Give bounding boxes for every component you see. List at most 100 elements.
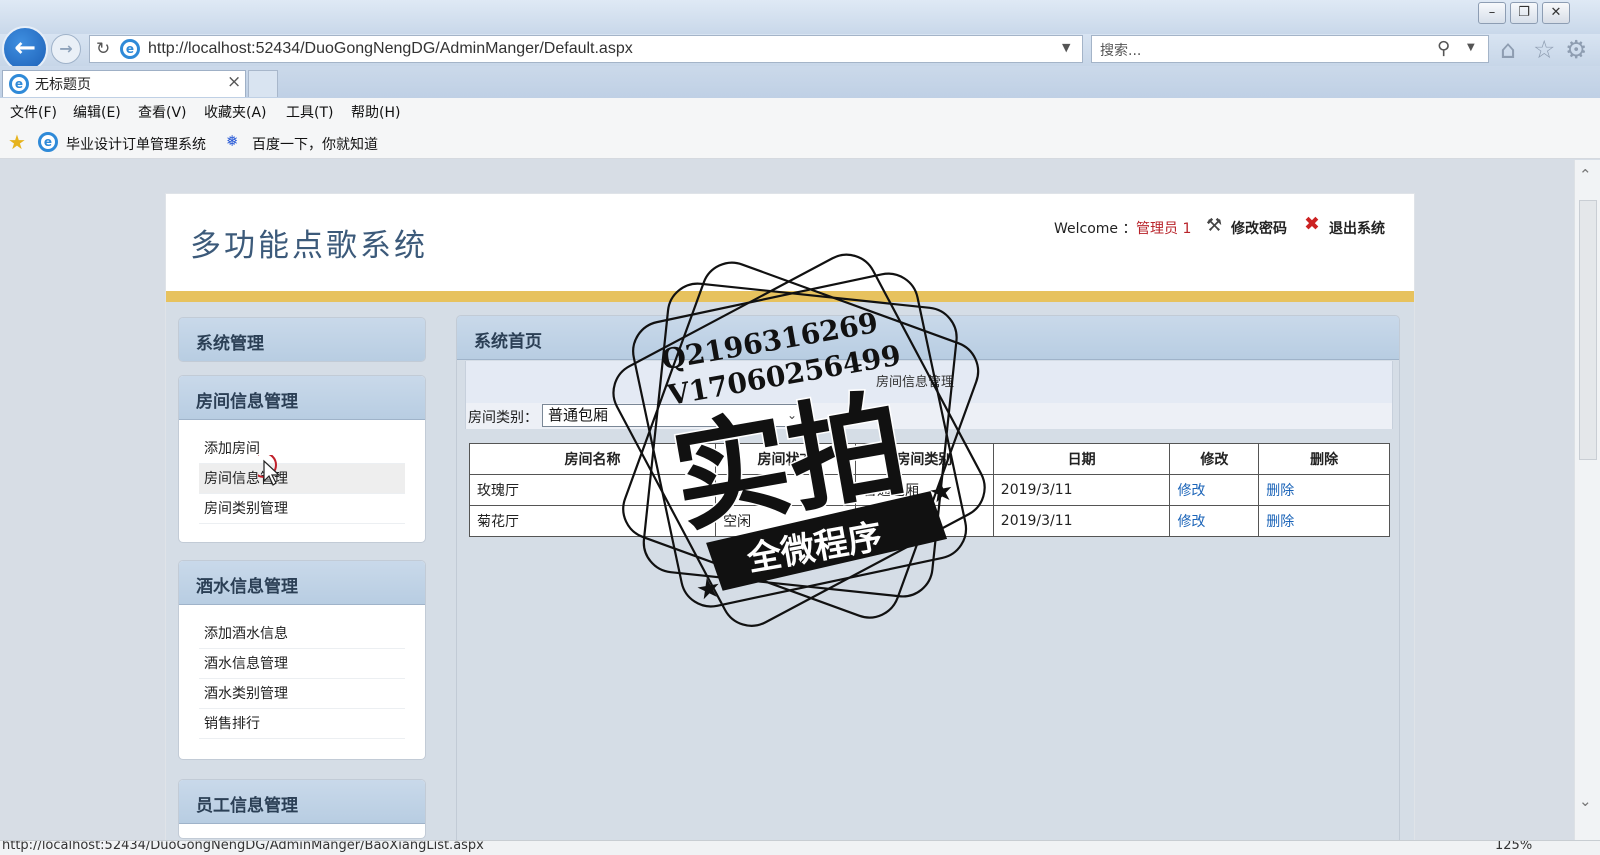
sidebar-item-room-category[interactable]: 房间类别管理 xyxy=(199,494,405,524)
edit-link[interactable]: 修改 xyxy=(1177,514,1205,530)
status-bar: http://localhost:52434/DuoGongNengDG/Adm… xyxy=(0,840,1600,855)
table-row: 菊花厅 空闲 普通包厢 2019/3/11 修改 删除 xyxy=(468,505,1390,537)
cell-date: 2019/3/11 xyxy=(992,474,1171,506)
room-table: 房间名称 房间状态 房间类别 日期 修改 删除 玫瑰厅 空闲 普通包厢 2019… xyxy=(468,443,1390,537)
scroll-thumb[interactable] xyxy=(1579,200,1597,460)
cell-edit: 修改 xyxy=(1169,474,1260,506)
search-placeholder: 搜索... xyxy=(1100,43,1142,59)
minimize-button[interactable]: – xyxy=(1478,2,1506,24)
sidebar-item-room-info[interactable]: 房间信息管理 xyxy=(199,464,405,494)
column-header-room-status: 房间状态 xyxy=(715,443,856,475)
refresh-icon[interactable]: ↻ xyxy=(96,39,110,59)
edit-link[interactable]: 修改 xyxy=(1177,483,1205,499)
tab-title: 无标题页 xyxy=(35,77,91,93)
app-container: 多功能点歌系统 Welcome ： 管理员 1 ⚒ 修改密码 ✖ 退出系统 系统… xyxy=(165,193,1415,840)
home-icon[interactable]: ⌂ xyxy=(1500,35,1516,64)
tab-active[interactable]: e 无标题页 × xyxy=(2,70,246,97)
tools-icon: ⚒ xyxy=(1206,215,1223,236)
cell-room-type: 普通包厢 xyxy=(854,474,994,506)
delete-link[interactable]: 删除 xyxy=(1266,514,1294,530)
app-header: 多功能点歌系统 Welcome ： 管理员 1 ⚒ 修改密码 ✖ 退出系统 xyxy=(166,194,1414,291)
cell-room-type: 普通包厢 xyxy=(854,505,994,537)
room-type-selected: 普通包厢 xyxy=(548,406,609,424)
search-input[interactable]: 搜索... ⚲ ▼ xyxy=(1091,35,1489,63)
close-icon: ✖ xyxy=(1304,213,1320,235)
sidebar-section-staff: 员工信息管理 xyxy=(178,779,426,839)
favorites-star-icon[interactable]: ★ xyxy=(8,130,26,154)
sidebar-item-add-drink[interactable]: 添加酒水信息 xyxy=(199,619,405,649)
sidebar-list-rooms: 添加房间 房间信息管理 房间类别管理 xyxy=(179,420,425,536)
sidebar-list-drinks: 添加酒水信息 酒水信息管理 酒水类别管理 销售排行 xyxy=(179,605,425,751)
column-header-date: 日期 xyxy=(992,443,1171,475)
menu-tools[interactable]: 工具(T) xyxy=(286,102,333,122)
sidebar-item-sales-ranking[interactable]: 销售排行 xyxy=(199,709,405,739)
vertical-scrollbar[interactable]: ⌃ ⌄ xyxy=(1574,160,1600,840)
menu-help[interactable]: 帮助(H) xyxy=(351,102,400,122)
cell-room-name: 菊花厅 xyxy=(468,505,717,537)
column-header-delete: 删除 xyxy=(1258,443,1390,475)
app-title: 多功能点歌系统 xyxy=(190,228,428,264)
close-window-button[interactable]: ✕ xyxy=(1542,2,1570,24)
sidebar-heading-staff[interactable]: 员工信息管理 xyxy=(179,780,425,824)
chevron-down-icon[interactable]: ▼ xyxy=(1062,41,1070,54)
ie-page-icon: e xyxy=(120,39,140,59)
chevron-down-icon[interactable]: ▼ xyxy=(1467,42,1475,53)
favorite-link-thesis[interactable]: 毕业设计订单管理系统 xyxy=(66,134,206,154)
sidebar-item-drink-info[interactable]: 酒水信息管理 xyxy=(199,649,405,679)
main-panel-title: 系统首页 xyxy=(457,316,1399,360)
sidebar-heading-system[interactable]: 系统管理 xyxy=(179,318,425,361)
sidebar-heading-rooms[interactable]: 房间信息管理 xyxy=(179,376,425,420)
menu-bar: 文件(F) 编辑(E) 查看(V) 收藏夹(A) 工具(T) 帮助(H) xyxy=(0,98,1600,127)
cell-date: 2019/3/11 xyxy=(992,505,1171,537)
gear-icon[interactable]: ⚙ xyxy=(1565,35,1587,64)
cell-room-status: 空闲 xyxy=(715,505,856,537)
sidebar-section-drinks: 酒水信息管理 添加酒水信息 酒水信息管理 酒水类别管理 销售排行 xyxy=(178,560,426,760)
status-url: http://localhost:52434/DuoGongNengDG/Adm… xyxy=(2,840,484,853)
table-row: 玫瑰厅 空闲 普通包厢 2019/3/11 修改 删除 xyxy=(468,474,1390,506)
delete-link[interactable]: 删除 xyxy=(1266,483,1294,499)
cell-edit: 修改 xyxy=(1169,505,1260,537)
chevron-down-icon: ⌄ xyxy=(786,408,797,422)
search-icon[interactable]: ⚲ xyxy=(1437,38,1450,59)
scroll-up-icon[interactable]: ⌃ xyxy=(1579,166,1592,184)
sidebar-heading-drinks[interactable]: 酒水信息管理 xyxy=(179,561,425,605)
sidebar-section-system: 系统管理 xyxy=(178,317,426,362)
column-header-edit: 修改 xyxy=(1169,443,1260,475)
breadcrumb-text: 房间信息管理 xyxy=(876,375,955,390)
favorite-link-baidu[interactable]: 百度一下，你就知道 xyxy=(252,134,378,154)
room-type-label: 房间类别： xyxy=(468,410,538,426)
menu-edit[interactable]: 编辑(E) xyxy=(73,102,121,122)
logout-link[interactable]: 退出系统 xyxy=(1329,218,1385,238)
menu-file[interactable]: 文件(F) xyxy=(10,102,57,122)
menu-view[interactable]: 查看(V) xyxy=(138,102,187,122)
url-text: http://localhost:52434/DuoGongNengDG/Adm… xyxy=(148,40,633,57)
browser-title-bar: – ❐ ✕ xyxy=(0,0,1600,34)
column-header-room-name: 房间名称 xyxy=(468,443,717,475)
cell-room-name: 玫瑰厅 xyxy=(468,474,717,506)
breadcrumb: 房间信息管理 xyxy=(465,361,1393,403)
address-input[interactable]: ↻ e http://localhost:52434/DuoGongNengDG… xyxy=(89,35,1083,63)
restore-button[interactable]: ❐ xyxy=(1510,2,1538,24)
page-viewport: 多功能点歌系统 Welcome ： 管理员 1 ⚒ 修改密码 ✖ 退出系统 系统… xyxy=(0,160,1574,840)
sidebar-item-drink-category[interactable]: 酒水类别管理 xyxy=(199,679,405,709)
filter-bar: 房间类别： 普通包厢 ⌄ xyxy=(465,403,1393,429)
favorites-bar: ★ e 毕业设计订单管理系统 ❅ 百度一下，你就知道 xyxy=(0,127,1600,159)
forward-button[interactable]: → xyxy=(51,34,81,64)
close-icon[interactable]: × xyxy=(227,72,241,92)
menu-favorites[interactable]: 收藏夹(A) xyxy=(204,102,267,122)
scroll-down-icon[interactable]: ⌄ xyxy=(1579,792,1592,810)
room-type-select[interactable]: 普通包厢 ⌄ xyxy=(542,404,804,427)
favorites-star-icon[interactable]: ☆ xyxy=(1533,35,1555,64)
welcome-text: Welcome ： xyxy=(1054,221,1137,237)
baidu-paw-icon: ❅ xyxy=(226,132,239,150)
sidebar-section-rooms: 房间信息管理 添加房间 房间信息管理 房间类别管理 xyxy=(178,375,426,543)
sidebar-item-add-room[interactable]: 添加房间 xyxy=(199,434,405,464)
ie-favorite-icon: e xyxy=(38,132,58,152)
zoom-level[interactable]: 125% xyxy=(1495,841,1532,853)
change-password-link[interactable]: 修改密码 xyxy=(1231,218,1287,238)
main-panel: 系统首页 房间信息管理 房间类别： 普通包厢 ⌄ 房间名称 房间状态 房间类别 … xyxy=(456,315,1400,840)
new-tab-button[interactable] xyxy=(248,70,278,97)
username: 管理员 1 xyxy=(1136,221,1192,237)
table-header-row: 房间名称 房间状态 房间类别 日期 修改 删除 xyxy=(468,443,1390,475)
header-accent-bar xyxy=(166,291,1414,302)
